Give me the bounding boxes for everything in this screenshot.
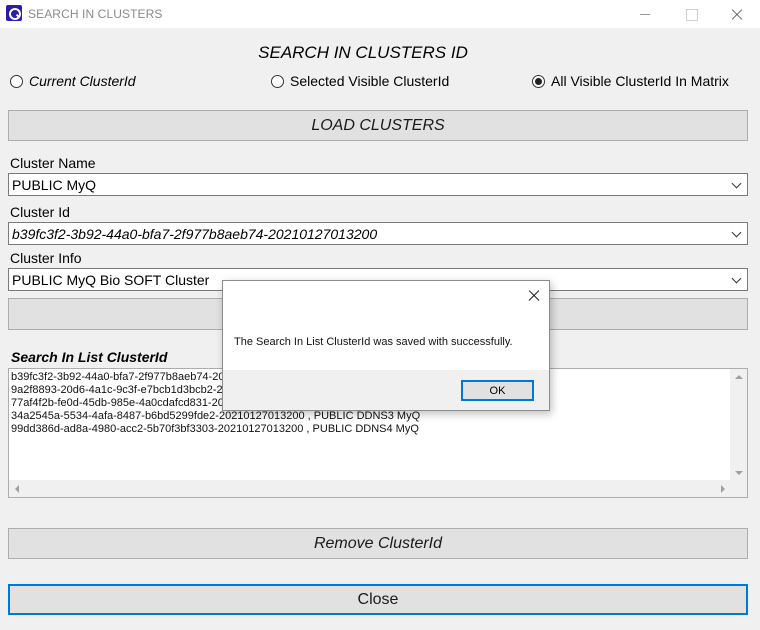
- radio-label: Current ClusterId: [29, 73, 136, 89]
- radio-label: Selected Visible ClusterId: [290, 73, 450, 89]
- radio-unchecked-icon[interactable]: [10, 74, 23, 88]
- cluster-name-label: Cluster Name: [10, 155, 96, 171]
- minimize-button[interactable]: [622, 0, 668, 28]
- cluster-id-value: b39fc3f2-3b92-44a0-bfa7-2f977b8aeb74-202…: [12, 225, 378, 242]
- cluster-id-label: Cluster Id: [10, 204, 70, 220]
- radio-all-visible-clusterid[interactable]: All Visible ClusterId In Matrix: [532, 72, 729, 90]
- radio-label: All Visible ClusterId In Matrix: [551, 73, 729, 89]
- dialog-message: The Search In List ClusterId was saved w…: [234, 336, 513, 348]
- scroll-right-icon[interactable]: [721, 485, 725, 493]
- list-item[interactable]: 99dd386d-ad8a-4980-acc2-5b70f3bf3303-202…: [11, 423, 747, 436]
- search-list-label: Search In List ClusterId: [11, 349, 168, 365]
- ok-button[interactable]: OK: [461, 380, 534, 401]
- list-item[interactable]: 34a2545a-5534-4afa-8487-b6bd5299fde2-202…: [11, 410, 747, 423]
- radio-checked-icon[interactable]: [532, 74, 545, 88]
- cluster-info-value: PUBLIC MyQ Bio SOFT Cluster: [12, 271, 210, 288]
- close-icon[interactable]: [525, 287, 543, 305]
- vertical-scrollbar[interactable]: [730, 369, 747, 481]
- page-title: SEARCH IN CLUSTERS ID: [258, 43, 468, 62]
- cluster-name-value: PUBLIC MyQ: [12, 176, 97, 193]
- chevron-down-icon[interactable]: [730, 178, 744, 192]
- scroll-left-icon[interactable]: [15, 485, 19, 493]
- chevron-down-icon[interactable]: [730, 227, 744, 241]
- close-button[interactable]: Close: [8, 584, 748, 615]
- radio-current-clusterid[interactable]: Current ClusterId: [10, 72, 136, 90]
- cluster-name-combo[interactable]: PUBLIC MyQ: [8, 173, 748, 196]
- chevron-down-icon[interactable]: [730, 273, 744, 287]
- app-logo-icon: [6, 5, 22, 21]
- close-window-button[interactable]: [714, 0, 760, 28]
- radio-selected-visible-clusterid[interactable]: Selected Visible ClusterId: [271, 72, 449, 90]
- cluster-id-combo[interactable]: b39fc3f2-3b92-44a0-bfa7-2f977b8aeb74-202…: [8, 222, 748, 245]
- radio-unchecked-icon[interactable]: [271, 74, 284, 88]
- cluster-info-label: Cluster Info: [10, 250, 82, 266]
- title-bar: SEARCH IN CLUSTERS: [0, 0, 760, 28]
- horizontal-scrollbar[interactable]: [9, 480, 731, 497]
- dialog-footer: OK: [223, 370, 549, 410]
- scroll-down-icon[interactable]: [735, 471, 743, 475]
- scroll-up-icon[interactable]: [735, 375, 743, 379]
- window-title: SEARCH IN CLUSTERS: [28, 7, 163, 21]
- maximize-button[interactable]: [668, 0, 714, 28]
- load-clusters-button[interactable]: LOAD CLUSTERS: [8, 110, 748, 141]
- scrollbar-corner: [730, 480, 747, 497]
- message-dialog: The Search In List ClusterId was saved w…: [222, 280, 550, 411]
- remove-clusterid-button[interactable]: Remove ClusterId: [8, 528, 748, 559]
